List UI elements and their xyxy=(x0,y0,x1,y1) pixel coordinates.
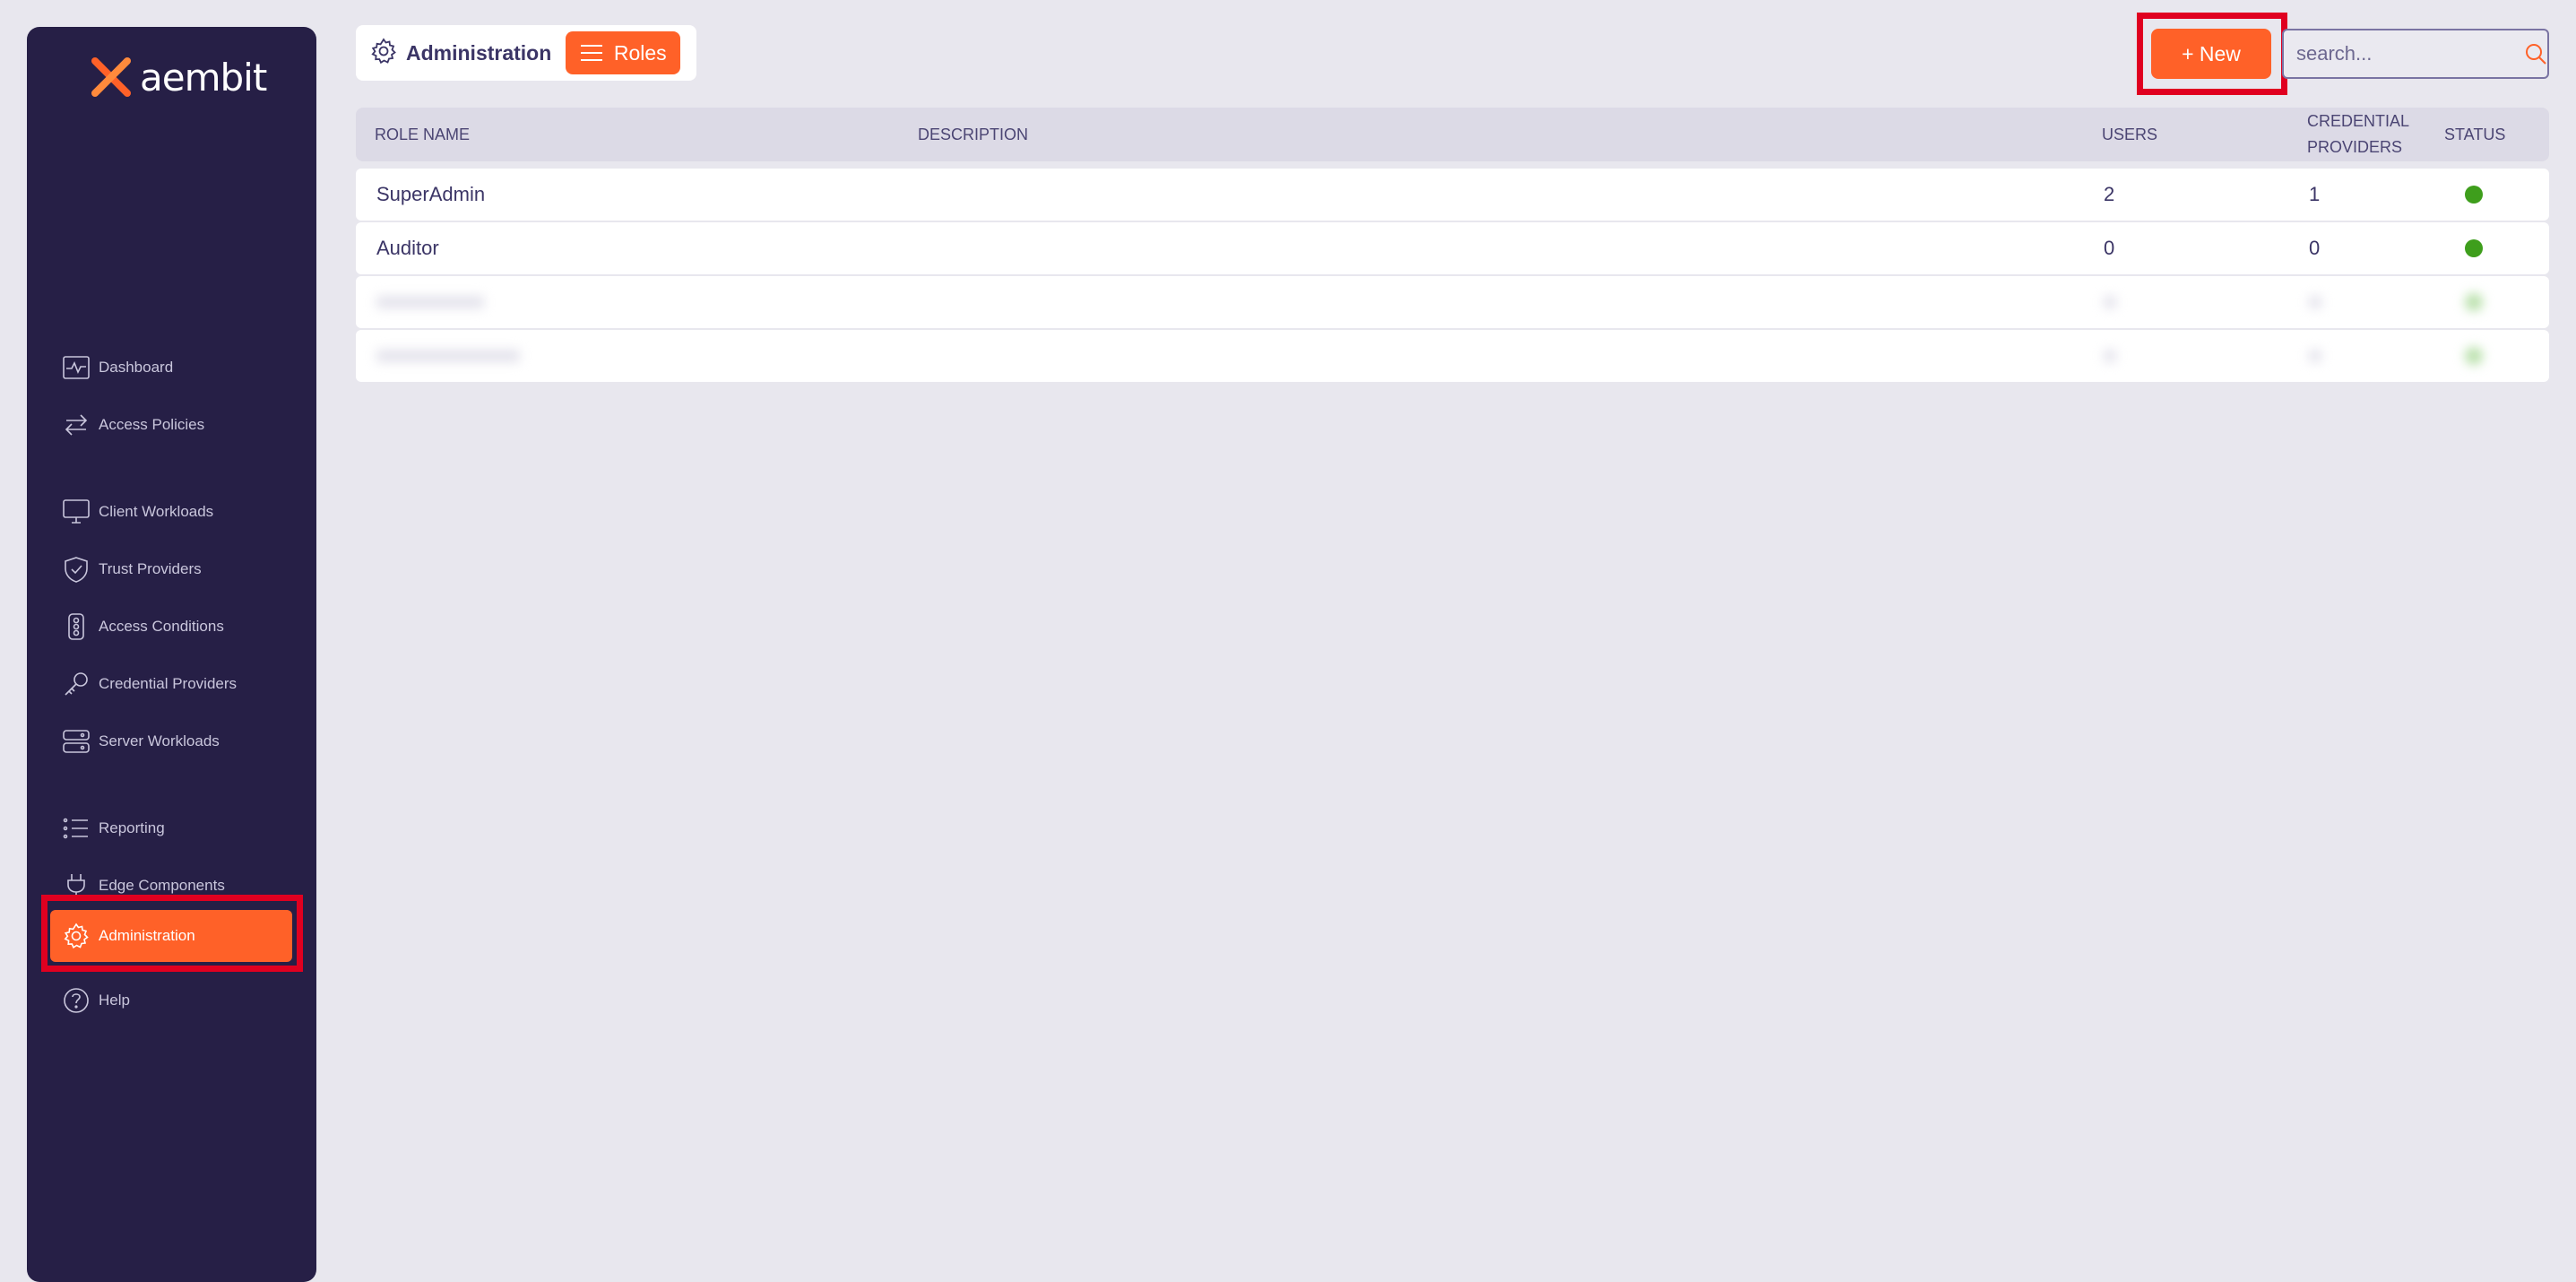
breadcrumb: Administration Roles xyxy=(356,25,696,81)
status-cell xyxy=(2465,169,2483,221)
column-header-status[interactable]: STATUS xyxy=(2444,108,2505,161)
sidebar-item-server-workloads[interactable]: Server Workloads xyxy=(61,722,287,761)
column-header-description[interactable]: DESCRIPTION xyxy=(918,108,1028,161)
credential-providers-cell: 0 xyxy=(2309,237,2321,259)
users-placeholder xyxy=(2104,276,2116,328)
role-name-placeholder xyxy=(376,276,484,328)
sidebar-item-label: Trust Providers xyxy=(99,560,202,577)
sidebar-item-client-workloads[interactable]: Client Workloads xyxy=(61,492,287,532)
activity-icon xyxy=(61,352,91,383)
page-section-title[interactable]: Administration xyxy=(406,41,551,65)
gear-icon xyxy=(370,37,397,69)
sidebar: aembit Dashboard Access Policies Client … xyxy=(27,27,316,1282)
sidebar-item-label: Edge Components xyxy=(99,877,225,894)
sidebar-item-label: Reporting xyxy=(99,819,165,836)
roles-label: Roles xyxy=(613,40,667,65)
table-row-loading xyxy=(356,276,2549,328)
logo-text: aembit xyxy=(140,55,267,100)
credential-providers-placeholder xyxy=(2309,276,2321,328)
list-icon xyxy=(61,813,91,844)
traffic-light-icon xyxy=(61,611,91,642)
arrows-exchange-icon xyxy=(61,410,91,440)
credential-providers-cell: 1 xyxy=(2309,183,2321,205)
column-header-role-name[interactable]: ROLE NAME xyxy=(375,108,470,161)
roles-table: ROLE NAME DESCRIPTION USERS CREDENTIAL P… xyxy=(356,108,2549,382)
sidebar-item-label: Credential Providers xyxy=(99,675,238,692)
highlight-administration xyxy=(41,895,303,972)
search-icon[interactable] xyxy=(2524,42,2547,65)
sidebar-item-dashboard[interactable]: Dashboard xyxy=(61,348,287,387)
status-active-dot xyxy=(2465,186,2483,204)
sidebar-item-label: Server Workloads xyxy=(99,732,220,749)
column-header-credential-providers[interactable]: CREDENTIAL PROVIDERS xyxy=(2307,108,2424,161)
table-row-loading xyxy=(356,330,2549,382)
table-row[interactable]: SuperAdmin 2 1 xyxy=(356,169,2549,221)
status-cell xyxy=(2465,222,2483,274)
sidebar-item-label: Client Workloads xyxy=(99,503,214,520)
sidebar-item-label: Access Policies xyxy=(99,416,205,433)
sidebar-item-label: Access Conditions xyxy=(99,618,224,635)
sidebar-item-trust-providers[interactable]: Trust Providers xyxy=(61,550,287,589)
shield-check-icon xyxy=(61,554,91,585)
roles-menu-button[interactable]: Roles xyxy=(566,31,681,74)
status-placeholder xyxy=(2465,330,2483,382)
status-active-dot xyxy=(2465,239,2483,257)
highlight-new-button xyxy=(2137,13,2287,95)
role-name-cell: SuperAdmin xyxy=(376,183,486,205)
role-name-placeholder xyxy=(376,330,520,382)
sidebar-item-label: Help xyxy=(99,992,130,1009)
column-header-users[interactable]: USERS xyxy=(2102,108,2157,161)
users-placeholder xyxy=(2104,330,2116,382)
key-icon xyxy=(61,669,91,699)
sidebar-item-credential-providers[interactable]: Credential Providers xyxy=(61,664,287,704)
users-cell: 2 xyxy=(2104,183,2115,205)
aembit-logo[interactable]: aembit xyxy=(91,50,267,104)
table-header: ROLE NAME DESCRIPTION USERS CREDENTIAL P… xyxy=(356,108,2549,161)
help-circle-icon xyxy=(61,985,91,1016)
aembit-mark-icon xyxy=(91,57,131,97)
hamburger-icon xyxy=(580,45,602,61)
role-name-cell: Auditor xyxy=(376,237,439,259)
search-box xyxy=(2282,29,2549,79)
monitor-icon xyxy=(61,497,91,527)
sidebar-item-reporting[interactable]: Reporting xyxy=(61,809,287,848)
sidebar-item-label: Dashboard xyxy=(99,359,174,376)
sidebar-item-access-conditions[interactable]: Access Conditions xyxy=(61,607,287,646)
table-row[interactable]: Auditor 0 0 xyxy=(356,222,2549,274)
status-placeholder xyxy=(2465,276,2483,328)
search-input[interactable] xyxy=(2284,41,2513,66)
credential-providers-placeholder xyxy=(2309,330,2321,382)
users-cell: 0 xyxy=(2104,237,2115,259)
sidebar-item-help[interactable]: Help xyxy=(61,981,287,1020)
sidebar-item-access-policies[interactable]: Access Policies xyxy=(61,405,287,445)
server-icon xyxy=(61,726,91,757)
